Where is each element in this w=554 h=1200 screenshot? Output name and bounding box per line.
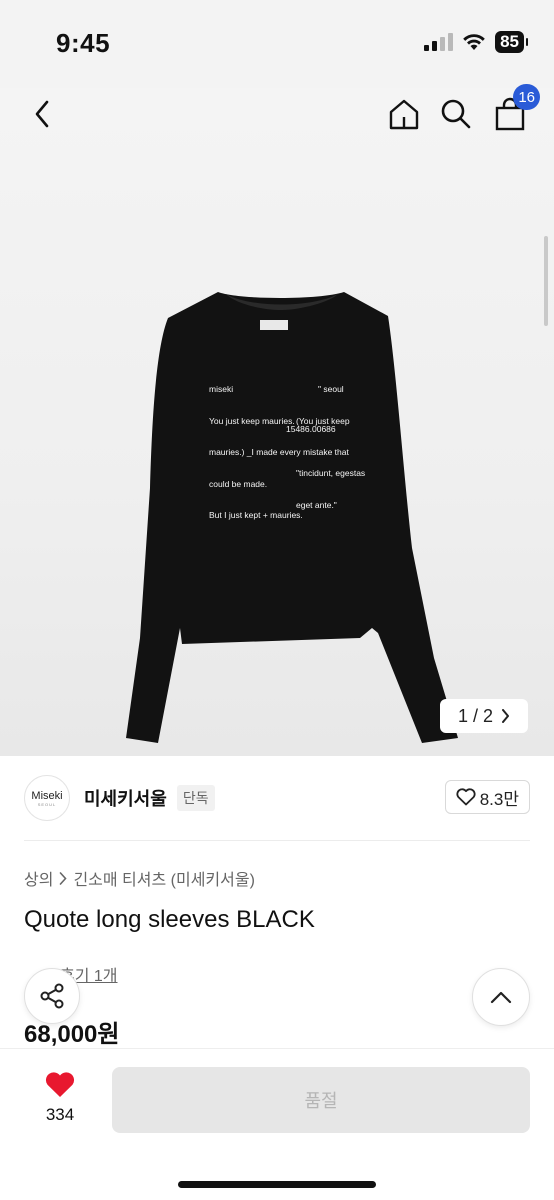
- seller-logo-subtext: SEOUL: [37, 801, 57, 807]
- sold-out-button[interactable]: 품절: [112, 1067, 530, 1133]
- status-icons: 85: [424, 31, 528, 53]
- chevron-left-icon: [35, 100, 49, 128]
- pager-text: 1 / 2: [457, 705, 494, 726]
- home-indicator: [178, 1181, 376, 1188]
- home-button[interactable]: [384, 94, 424, 134]
- divider: [24, 840, 530, 841]
- breadcrumb: 상의 긴소매 티셔츠 (미세키서울): [24, 866, 255, 890]
- product-title: Quote long sleeves BLACK: [24, 906, 315, 933]
- cart-count-badge: 16: [513, 84, 540, 110]
- wifi-icon: [463, 34, 485, 50]
- chevron-up-icon: [490, 991, 512, 1003]
- seller-like-button[interactable]: 8.3만: [444, 780, 530, 814]
- chevron-right-icon: [502, 709, 510, 723]
- image-pager[interactable]: 1 / 2: [440, 699, 528, 733]
- wishlist-button[interactable]: 334: [32, 1071, 88, 1125]
- seller-name[interactable]: 미세키서울: [84, 785, 167, 811]
- cart-button[interactable]: 16: [490, 84, 540, 134]
- status-bar: 9:45 85: [0, 0, 554, 88]
- bottom-action-bar: 334 품절: [0, 1048, 554, 1200]
- back-button[interactable]: [22, 94, 62, 134]
- product-image-area[interactable]: miseki You just keep mauries. mauries.) …: [0, 88, 554, 756]
- seller-like-count: 8.3만: [479, 789, 519, 809]
- print-line: "tincidunt, egestas: [296, 468, 366, 478]
- seller-logo-text: Miseki: [31, 789, 63, 802]
- share-icon: [40, 983, 64, 1009]
- chevron-right-icon: [60, 871, 68, 885]
- status-time: 9:45: [56, 28, 111, 58]
- exclusive-tag: 단독: [176, 785, 215, 811]
- seller-logo[interactable]: Miseki SEOUL: [24, 775, 70, 821]
- heart-filled-icon: [45, 1072, 75, 1097]
- breadcrumb-root[interactable]: 상의: [24, 866, 53, 890]
- home-icon: [389, 99, 419, 130]
- cellular-signal-icon: [424, 33, 454, 51]
- print-code: 15486.00686: [286, 424, 336, 434]
- print-line: eget ante.": [296, 499, 337, 510]
- top-nav: 16: [0, 84, 554, 138]
- scroll-top-button[interactable]: [472, 968, 530, 1026]
- battery-indicator: 85: [495, 31, 528, 53]
- heart-outline-icon: [456, 788, 476, 806]
- search-button[interactable]: [436, 94, 476, 134]
- scroll-indicator: [544, 236, 548, 326]
- seller-row: Miseki SEOUL 미세키서울 단독 8.3만: [24, 774, 530, 822]
- wishlist-count: 334: [45, 1105, 75, 1124]
- print-line: " seoul: [318, 384, 344, 394]
- breadcrumb-category[interactable]: 긴소매 티셔츠 (미세키서울): [73, 866, 254, 890]
- search-icon: [441, 99, 471, 129]
- share-button[interactable]: [24, 968, 80, 1024]
